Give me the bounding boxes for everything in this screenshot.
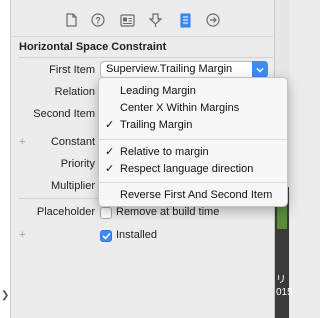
constant-label: Constant bbox=[50, 136, 95, 148]
checkmark-icon: ✓ bbox=[105, 163, 115, 175]
menu-separator bbox=[99, 139, 287, 140]
collapse-chevron-icon[interactable]: ❯ bbox=[1, 290, 9, 301]
preview-text-1: リ bbox=[276, 275, 286, 286]
placeholder-checkbox-label: Remove at build time bbox=[116, 206, 220, 218]
left-panel-edge: ❯ bbox=[0, 0, 11, 318]
checkmark-icon bbox=[101, 232, 111, 240]
first-item-popup[interactable]: Superview.Trailing Margin bbox=[100, 61, 268, 78]
menu-item-label: Center X Within Margins bbox=[120, 102, 240, 114]
priority-label: Priority bbox=[60, 158, 95, 170]
menu-item-label: Leading Margin bbox=[120, 85, 196, 97]
svg-text:?: ? bbox=[95, 16, 101, 26]
menu-item-center-x-within-margins[interactable]: Center X Within Margins bbox=[99, 100, 287, 117]
first-item-label: First Item bbox=[49, 64, 95, 76]
inspector-toolbar: ? bbox=[11, 0, 273, 37]
file-icon[interactable] bbox=[63, 12, 79, 28]
menu-item-label: Relative to margin bbox=[120, 146, 209, 158]
help-icon[interactable]: ? bbox=[90, 12, 106, 28]
installed-checkbox-label: Installed bbox=[116, 229, 157, 241]
section-divider bbox=[19, 57, 273, 58]
menu-item-reverse-first-and-second-item[interactable]: Reverse First And Second Item bbox=[99, 187, 287, 204]
attributes-icon[interactable] bbox=[147, 12, 163, 28]
installed-checkbox[interactable] bbox=[100, 230, 112, 242]
second-item-label: Second Item bbox=[33, 108, 95, 120]
menu-item-label: Respect language direction bbox=[120, 163, 254, 175]
menu-item-label: Reverse First And Second Item bbox=[120, 189, 273, 201]
preview-text-2: 015 bbox=[276, 287, 293, 298]
identity-icon[interactable] bbox=[119, 12, 135, 28]
chevron-down-icon[interactable] bbox=[252, 61, 268, 78]
menu-item-label: Trailing Margin bbox=[120, 119, 193, 131]
menu-separator bbox=[99, 182, 287, 183]
add-installed-variation-icon[interactable]: + bbox=[19, 229, 25, 241]
menu-item-trailing-margin[interactable]: ✓ Trailing Margin bbox=[99, 117, 287, 134]
size-icon[interactable] bbox=[177, 12, 193, 28]
menu-item-leading-margin[interactable]: Leading Margin bbox=[99, 83, 287, 100]
first-item-dropdown-menu: Leading Margin Center X Within Margins ✓… bbox=[98, 77, 288, 207]
first-item-value: Superview.Trailing Margin bbox=[106, 63, 233, 75]
menu-item-relative-to-margin[interactable]: ✓ Relative to margin bbox=[99, 144, 287, 161]
relation-label: Relation bbox=[54, 86, 95, 98]
menu-item-respect-language-direction[interactable]: ✓ Respect language direction bbox=[99, 161, 287, 178]
connections-icon[interactable] bbox=[205, 12, 221, 28]
placeholder-checkbox[interactable] bbox=[100, 207, 112, 219]
checkmark-icon: ✓ bbox=[105, 146, 115, 158]
checkmark-icon: ✓ bbox=[105, 119, 115, 131]
section-title: Horizontal Space Constraint bbox=[19, 41, 167, 53]
multiplier-label: Multiplier bbox=[50, 180, 95, 192]
placeholder-label: Placeholder bbox=[36, 206, 95, 218]
